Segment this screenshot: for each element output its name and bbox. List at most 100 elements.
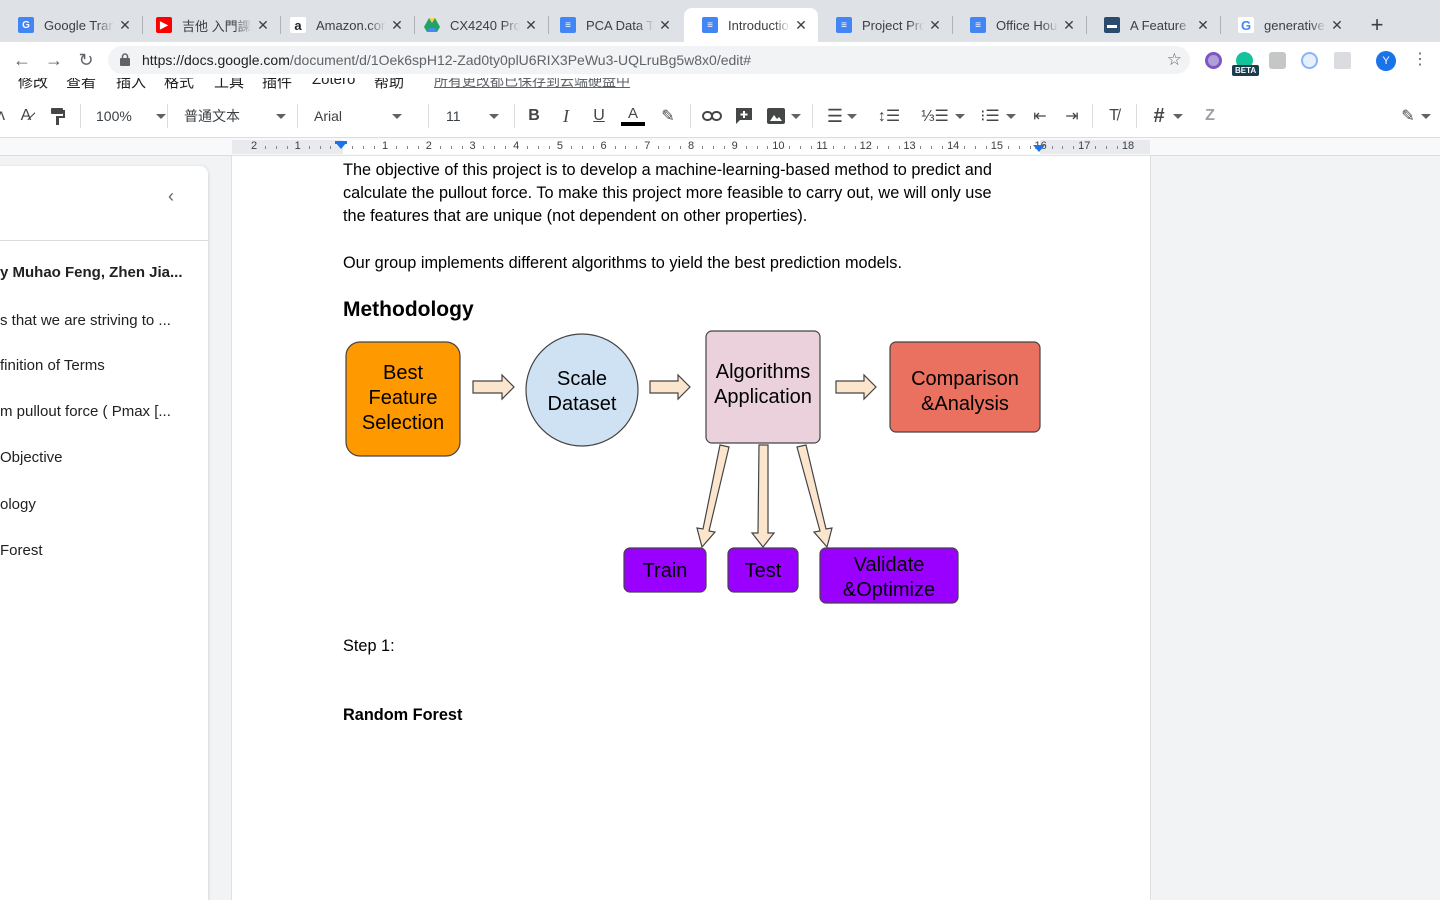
close-tab-icon[interactable]: ✕ xyxy=(390,17,404,34)
clear-formatting-icon[interactable]: T̸ xyxy=(1102,104,1126,128)
reload-button[interactable]: ↻ xyxy=(74,48,98,72)
tab-project-proposal[interactable]: ≡ Project Proposal ✕ xyxy=(818,8,952,42)
insert-link-icon[interactable] xyxy=(700,104,724,128)
tab-generative[interactable]: G generative d ✕ xyxy=(1220,8,1354,42)
new-tab-button[interactable]: + xyxy=(1366,12,1388,38)
outline-item[interactable]: m pullout force ( Pmax [... xyxy=(0,403,186,420)
svg-text:Feature: Feature xyxy=(369,387,438,409)
extension-icon[interactable] xyxy=(1205,52,1222,69)
table-button[interactable]: # xyxy=(1146,104,1190,128)
ruler-tick xyxy=(745,146,747,149)
extension-icon[interactable] xyxy=(1301,52,1318,69)
tab-cx4240-project[interactable]: CX4240 Project ✕ xyxy=(406,8,548,42)
extension-icon[interactable] xyxy=(1334,52,1351,69)
close-tab-icon[interactable]: ✕ xyxy=(1062,17,1076,34)
paragraph-style-select[interactable]: 普通文本 xyxy=(178,104,288,128)
menu-help[interactable]: 帮助 xyxy=(374,78,404,92)
font-size-select[interactable]: 11 xyxy=(440,104,506,128)
tab-google-translate[interactable]: G Google Translate ✕ xyxy=(0,8,142,42)
menu-addons[interactable]: 插件 xyxy=(262,78,292,92)
ruler-tick xyxy=(570,146,572,149)
close-tab-icon[interactable]: ✕ xyxy=(794,17,808,34)
highlight-pen-icon[interactable]: ✎ xyxy=(656,104,680,128)
pencil-icon: ✎ xyxy=(1401,108,1415,125)
right-indent-marker[interactable] xyxy=(1033,145,1045,152)
zotero-icon[interactable]: Z xyxy=(1198,104,1222,128)
close-tab-icon[interactable]: ✕ xyxy=(1330,17,1344,34)
spellcheck-icon[interactable]: A̷ xyxy=(14,104,38,128)
outline-item[interactable]: Forest xyxy=(0,542,186,559)
outline-item[interactable]: finition of Terms xyxy=(0,357,186,374)
last-edit-status[interactable]: 所有更改都已保存到云端硬盘中 xyxy=(434,78,630,91)
tab-guitar-course[interactable]: ▶ 吉他 入門課程 ✕ xyxy=(138,8,280,42)
tab-introduction[interactable]: ≡ Introduction ✕ xyxy=(684,8,818,42)
table-icon: # xyxy=(1153,104,1165,127)
insert-image-button[interactable] xyxy=(764,104,804,128)
forward-button[interactable]: → xyxy=(42,48,66,72)
font-select[interactable]: Arial xyxy=(308,104,420,128)
ruler[interactable]: 2 1 1 2 3 4 5 6 7 8 9 10 11 12 13 14 15 16 17 18 xyxy=(0,138,1440,156)
zoom-select[interactable]: 100% xyxy=(90,104,166,128)
numbered-list-button[interactable]: ⅓☰ xyxy=(920,104,966,128)
docs-icon: ≡ xyxy=(970,17,986,33)
outline-item[interactable]: s that we are striving to ... xyxy=(0,312,186,329)
menu-zotero[interactable]: Zotero xyxy=(312,78,355,88)
paint-format-icon[interactable] xyxy=(46,104,70,128)
close-tab-icon[interactable]: ✕ xyxy=(524,17,538,34)
ruler-label: 14 xyxy=(947,140,960,152)
beta-badge: BETA xyxy=(1232,65,1260,76)
chrome-menu-icon[interactable]: ⋮ xyxy=(1412,49,1428,69)
address-bar[interactable]: https://docs.google.com/document/d/1Oek6… xyxy=(108,46,1190,74)
editing-mode-button[interactable]: ✎ xyxy=(1396,104,1436,128)
chevron-down-icon xyxy=(1172,113,1183,119)
close-tab-icon[interactable]: ✕ xyxy=(118,17,132,34)
menu-insert[interactable]: 插入 xyxy=(116,78,146,92)
outline-item[interactable]: y Muhao Feng, Zhen Jia... xyxy=(0,264,186,281)
increase-indent-icon[interactable]: ⇥ xyxy=(1060,104,1084,128)
extension-icon[interactable] xyxy=(1269,52,1286,69)
outline-item[interactable]: ology xyxy=(0,496,186,513)
tab-feature-selection[interactable]: ▬ A Feature Selection ✕ xyxy=(1086,8,1220,42)
bookmark-star-icon[interactable]: ☆ xyxy=(1167,50,1182,70)
document-page[interactable]: The objective of this project is to deve… xyxy=(232,156,1150,900)
close-tab-icon[interactable]: ✕ xyxy=(1196,17,1210,34)
align-button[interactable]: ☰ xyxy=(822,104,862,128)
tab-office-hours[interactable]: ≡ Office Hours ✕ xyxy=(952,8,1086,42)
ruler-tick xyxy=(1106,146,1108,149)
underline-button[interactable]: U xyxy=(587,104,611,128)
italic-button[interactable]: I xyxy=(554,104,578,128)
chevron-down-icon xyxy=(1005,113,1016,119)
close-tab-icon[interactable]: ✕ xyxy=(928,17,942,34)
ruler-tick xyxy=(319,146,321,149)
close-tab-icon[interactable]: ✕ xyxy=(256,17,270,34)
decrease-indent-icon[interactable]: ⇤ xyxy=(1028,104,1052,128)
svg-text:Best: Best xyxy=(383,362,423,384)
close-outline-chevron-icon[interactable]: ‹ xyxy=(168,186,174,207)
tab-amazon[interactable]: a Amazon.com ✕ xyxy=(272,8,414,42)
line-spacing-icon[interactable]: ↕☰ xyxy=(876,104,902,128)
left-indent-marker[interactable] xyxy=(335,142,347,149)
ruler-tick xyxy=(264,146,266,149)
bulleted-list-button[interactable]: ⁝☰ xyxy=(976,104,1020,128)
bold-button[interactable]: B xyxy=(522,104,546,128)
menu-tools[interactable]: 工具 xyxy=(214,78,244,92)
profile-avatar[interactable]: Y xyxy=(1376,51,1396,71)
back-button[interactable]: ← xyxy=(10,48,34,72)
paint-format-icon[interactable]: ᴧ xyxy=(0,104,8,128)
ruler-label: 6 xyxy=(600,140,607,152)
flow-arrow xyxy=(750,444,776,548)
ruler-label: 18 xyxy=(1121,140,1135,152)
ruler-tick xyxy=(920,146,922,149)
menu-format[interactable]: 格式 xyxy=(164,78,194,92)
close-tab-icon[interactable]: ✕ xyxy=(658,17,672,34)
intro-line: The objective of this project is to deve… xyxy=(343,161,992,179)
text-color-button[interactable]: A xyxy=(620,104,646,128)
methodology-diagram[interactable]: .nt { font-family: "Liberation Sans", sa… xyxy=(342,328,1042,608)
menu-view[interactable]: 查看 xyxy=(66,78,96,92)
tab-pca-data-test[interactable]: ≡ PCA Data Test ✕ xyxy=(542,8,682,42)
insert-comment-icon[interactable] xyxy=(732,104,756,128)
outline-item[interactable]: Objective xyxy=(0,449,186,466)
ruler-tick xyxy=(833,146,835,149)
menu-edit[interactable]: 修改 xyxy=(18,78,48,92)
ruler-tick xyxy=(1095,146,1097,149)
